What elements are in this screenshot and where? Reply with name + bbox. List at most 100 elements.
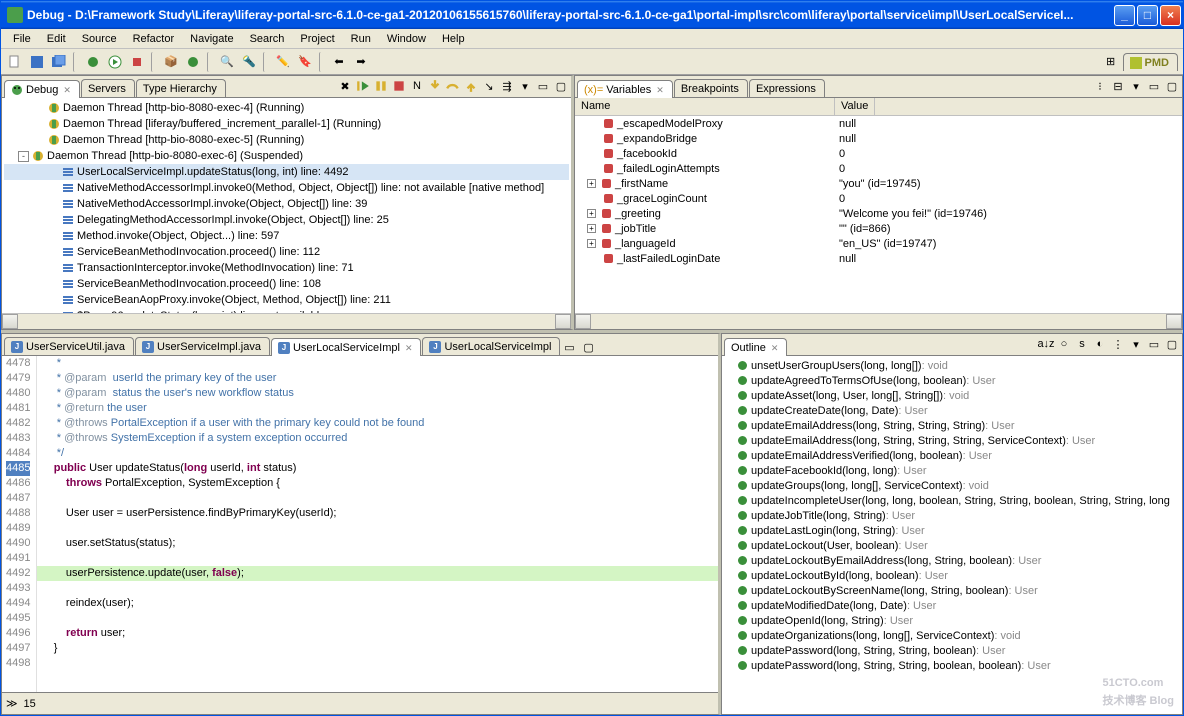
menu-run[interactable]: Run <box>343 31 379 47</box>
new-class-icon[interactable] <box>183 52 203 72</box>
menu-refactor[interactable]: Refactor <box>125 31 183 47</box>
code-editor[interactable]: 4478447944804481448244834484448544864487… <box>2 356 718 692</box>
outline-method[interactable]: updatePassword(long, String, String, boo… <box>724 658 1180 673</box>
scrollbar[interactable] <box>2 313 571 329</box>
variable-row[interactable]: _graceLoginCount0 <box>575 191 1182 206</box>
close-button[interactable]: × <box>1160 5 1181 26</box>
suspend-icon[interactable] <box>373 78 389 94</box>
new-package-icon[interactable]: 📦 <box>161 52 181 72</box>
save-icon[interactable] <box>27 52 47 72</box>
disconnect-icon[interactable]: N <box>409 78 425 94</box>
step-over-icon[interactable] <box>445 78 461 94</box>
menu-file[interactable]: File <box>5 31 39 47</box>
sort-icon[interactable]: a↓z <box>1038 336 1054 352</box>
menu-search[interactable]: Search <box>242 31 293 47</box>
menu-navigate[interactable]: Navigate <box>182 31 241 47</box>
tab-expressions[interactable]: Expressions <box>749 79 825 97</box>
outline-method[interactable]: unsetUserGroupUsers(long, long[]) : void <box>724 358 1180 373</box>
resume-icon[interactable] <box>355 78 371 94</box>
minimize-pane-icon[interactable]: ▭ <box>561 339 577 355</box>
maximize-pane-icon[interactable]: ▢ <box>581 339 597 355</box>
forward-icon[interactable]: ➡ <box>351 52 371 72</box>
variable-row[interactable]: _facebookId0 <box>575 146 1182 161</box>
variable-row[interactable]: _escapedModelProxynull <box>575 116 1182 131</box>
hide-local-icon[interactable]: ⋮ <box>1110 336 1126 352</box>
outline-method[interactable]: updateEmailAddressVerified(long, boolean… <box>724 448 1180 463</box>
menu-icon[interactable]: ▾ <box>1128 78 1144 94</box>
outline-method[interactable]: updateLockout(User, boolean) : User <box>724 538 1180 553</box>
editor-tab[interactable]: JUserLocalServiceImpl <box>422 337 560 355</box>
stack-frame[interactable]: Daemon Thread [http-bio-8080-exec-4] (Ru… <box>4 100 569 116</box>
outline-method[interactable]: updateLockoutById(long, boolean) : User <box>724 568 1180 583</box>
code-body[interactable]: * * @param userId the primary key of the… <box>37 356 718 692</box>
back-icon[interactable]: ⬅ <box>329 52 349 72</box>
maximize-pane-icon[interactable]: ▢ <box>1164 78 1180 94</box>
stack-frame[interactable]: UserLocalServiceImpl.updateStatus(long, … <box>4 164 569 180</box>
outline-method[interactable]: updateOpenId(long, String) : User <box>724 613 1180 628</box>
menu-icon[interactable]: ▾ <box>517 78 533 94</box>
col-value[interactable]: Value <box>835 98 875 115</box>
hide-static-icon[interactable]: s <box>1074 336 1090 352</box>
step-return-icon[interactable] <box>463 78 479 94</box>
outline-method[interactable]: updateGroups(long, long[], ServiceContex… <box>724 478 1180 493</box>
perspective-icon[interactable]: ⊞ <box>1101 52 1121 72</box>
stack-frame[interactable]: -Daemon Thread [http-bio-8080-exec-6] (S… <box>4 148 569 164</box>
maximize-pane-icon[interactable]: ▢ <box>553 78 569 94</box>
stack-frame[interactable]: Method.invoke(Object, Object...) line: 5… <box>4 228 569 244</box>
stack-frame[interactable]: ServiceBeanMethodInvocation.proceed() li… <box>4 276 569 292</box>
maximize-pane-icon[interactable]: ▢ <box>1164 336 1180 352</box>
hide-fields-icon[interactable]: ○ <box>1056 336 1072 352</box>
tab-servers[interactable]: Servers <box>81 79 135 97</box>
drop-frame-icon[interactable]: ↘ <box>481 78 497 94</box>
remove-icon[interactable]: ✖ <box>337 78 353 94</box>
outline-method[interactable]: updateLastLogin(long, String) : User <box>724 523 1180 538</box>
menu-edit[interactable]: Edit <box>39 31 74 47</box>
stack-frame[interactable]: DelegatingMethodAccessorImpl.invoke(Obje… <box>4 212 569 228</box>
debug-tree[interactable]: Daemon Thread [http-bio-8080-exec-4] (Ru… <box>2 98 571 313</box>
col-name[interactable]: Name <box>575 98 835 115</box>
pencil-icon[interactable]: ✏️ <box>273 52 293 72</box>
menu-source[interactable]: Source <box>74 31 125 47</box>
maximize-button[interactable]: □ <box>1137 5 1158 26</box>
stack-frame[interactable]: NativeMethodAccessorImpl.invoke(Object, … <box>4 196 569 212</box>
minimize-pane-icon[interactable]: ▭ <box>535 78 551 94</box>
editor-footer-tab[interactable]: ≫15 <box>2 692 718 714</box>
debug-icon[interactable] <box>83 52 103 72</box>
collapse-icon[interactable]: ⊟ <box>1110 78 1126 94</box>
save-all-icon[interactable] <box>49 52 69 72</box>
menu-project[interactable]: Project <box>292 31 342 47</box>
outline-method[interactable]: updateEmailAddress(long, String, String,… <box>724 418 1180 433</box>
tab-variables[interactable]: (x)= Variables✕ <box>577 80 673 98</box>
minimize-button[interactable]: _ <box>1114 5 1135 26</box>
outline-method[interactable]: updateJobTitle(long, String) : User <box>724 508 1180 523</box>
titlebar[interactable]: Debug - D:\Framework Study\Liferay\lifer… <box>1 1 1183 29</box>
menu-window[interactable]: Window <box>379 31 434 47</box>
editor-tab[interactable]: JUserServiceImpl.java <box>135 337 270 355</box>
ext-tools-icon[interactable] <box>127 52 147 72</box>
open-type-icon[interactable]: 🔍 <box>217 52 237 72</box>
outline-method[interactable]: updateIncompleteUser(long, long, boolean… <box>724 493 1180 508</box>
variable-row[interactable]: +_firstName"you" (id=19745) <box>575 176 1182 191</box>
use-step-filters-icon[interactable]: ⇶ <box>499 78 515 94</box>
variable-row[interactable]: +_languageId"en_US" (id=19747) <box>575 236 1182 251</box>
editor-tab[interactable]: JUserLocalServiceImpl✕ <box>271 338 422 356</box>
new-icon[interactable] <box>5 52 25 72</box>
outline-method[interactable]: updateCreateDate(long, Date) : User <box>724 403 1180 418</box>
hide-nonpublic-icon[interactable]: ◐ <box>1092 336 1108 352</box>
outline-method[interactable]: updateAgreedToTermsOfUse(long, boolean) … <box>724 373 1180 388</box>
show-type-icon[interactable]: ⁝ <box>1092 78 1108 94</box>
variable-row[interactable]: _lastFailedLoginDatenull <box>575 251 1182 266</box>
pmd-perspective[interactable]: PMD <box>1123 53 1178 71</box>
minimize-pane-icon[interactable]: ▭ <box>1146 336 1162 352</box>
outline-method[interactable]: updateOrganizations(long, long[], Servic… <box>724 628 1180 643</box>
terminate-icon[interactable] <box>391 78 407 94</box>
variable-row[interactable]: _expandoBridgenull <box>575 131 1182 146</box>
menu-icon[interactable]: ▾ <box>1128 336 1144 352</box>
tab-outline[interactable]: Outline✕ <box>724 338 787 356</box>
tab-breakpoints[interactable]: Breakpoints <box>674 79 748 97</box>
minimize-pane-icon[interactable]: ▭ <box>1146 78 1162 94</box>
outline-method[interactable]: updatePassword(long, String, String, boo… <box>724 643 1180 658</box>
stack-frame[interactable]: Daemon Thread [http-bio-8080-exec-5] (Ru… <box>4 132 569 148</box>
stack-frame[interactable]: ServiceBeanMethodInvocation.proceed() li… <box>4 244 569 260</box>
bookmark-icon[interactable]: 🔖 <box>295 52 315 72</box>
